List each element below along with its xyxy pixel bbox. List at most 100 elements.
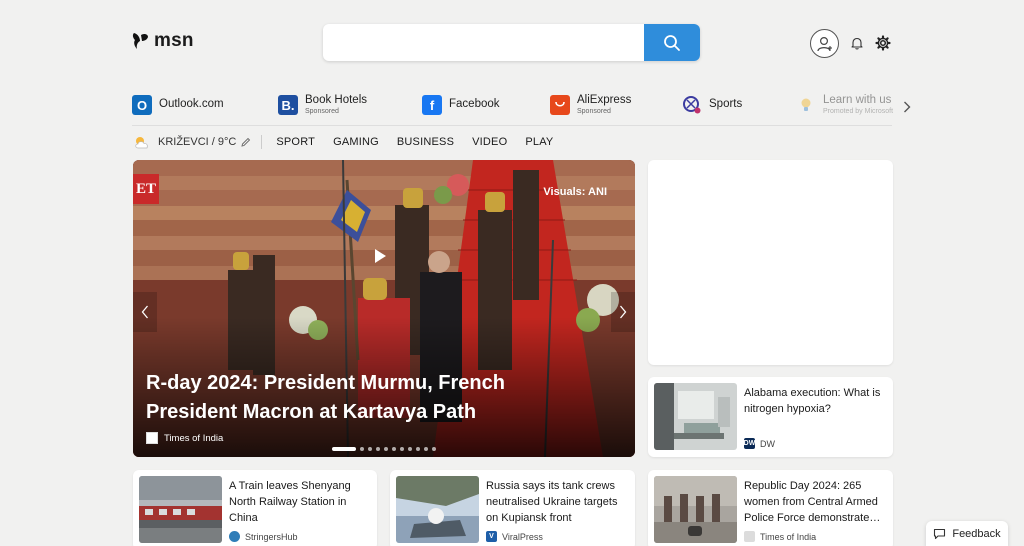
aliexpress-icon	[550, 95, 570, 115]
nav-item-sport[interactable]: SPORT	[276, 136, 315, 148]
search-input[interactable]	[323, 24, 643, 61]
search-button[interactable]	[644, 24, 700, 61]
search-icon	[664, 34, 680, 51]
news-source-name: Times of India	[760, 531, 817, 542]
quick-link-label: Book Hotels	[305, 93, 368, 106]
news-card-train[interactable]: A Train leaves Shenyang North Railway St…	[133, 470, 377, 546]
nav-item-business[interactable]: BUSINESS	[397, 136, 454, 148]
quick-link-facebook[interactable]: f Facebook	[422, 93, 500, 117]
sponsored-label: Sponsored	[577, 108, 611, 116]
booking-icon: B.	[278, 95, 298, 115]
pencil-icon[interactable]	[240, 137, 251, 148]
hero-source-name: Times of India	[164, 432, 224, 444]
user-icon	[816, 36, 832, 51]
divider	[132, 125, 892, 126]
carousel-dot[interactable]	[424, 447, 428, 451]
search-box	[323, 24, 700, 61]
carousel-dot[interactable]	[400, 447, 404, 451]
sign-in-button[interactable]	[810, 29, 839, 58]
stringershub-icon	[229, 531, 240, 542]
hero-next-button[interactable]	[611, 292, 635, 332]
quick-link-aliexpress[interactable]: AliExpress Sponsored	[550, 93, 631, 117]
partly-cloudy-icon	[135, 137, 148, 149]
news-source: Times of India	[744, 531, 816, 542]
nav-separator	[261, 135, 263, 149]
news-source-name: StringersHub	[245, 531, 298, 542]
times-of-india-icon	[146, 432, 158, 444]
et-logo: ET	[133, 174, 159, 204]
quick-link-label: Outlook.com	[159, 98, 224, 111]
category-nav: KRIŽEVCI / 9°C SPORT GAMING BUSINESS VID…	[132, 133, 571, 151]
quick-link-book-hotels[interactable]: B. Book Hotels Sponsored	[278, 93, 367, 117]
msn-logo[interactable]: msn	[132, 30, 194, 52]
quick-link-sports[interactable]: Sports	[682, 93, 742, 117]
feedback-icon	[934, 528, 946, 540]
logo-text: msn	[154, 30, 194, 51]
chevron-right-icon	[904, 101, 911, 113]
carousel-dot[interactable]	[376, 447, 380, 451]
nav-item-gaming[interactable]: GAMING	[333, 136, 379, 148]
quick-link-label: AliExpress	[577, 93, 632, 106]
news-source: DW DW	[744, 438, 775, 449]
feedback-button[interactable]: Feedback	[926, 521, 1008, 546]
sponsored-label: Promoted by Microsoft	[823, 108, 894, 116]
news-headline: Alabama execution: What is nitrogen hypo…	[744, 387, 881, 415]
carousel-dot[interactable]	[392, 447, 396, 451]
news-card-republic-day[interactable]: Republic Day 2024: 265 women from Centra…	[648, 470, 893, 546]
ad-placeholder	[648, 160, 893, 365]
quick-link-label: Facebook	[449, 98, 500, 111]
quick-link-label: Sports	[709, 98, 743, 111]
gear-icon	[875, 35, 891, 51]
news-source-name: ViralPress	[502, 531, 543, 542]
quick-link-label: Learn with us	[823, 93, 892, 106]
carousel-dot[interactable]	[408, 447, 412, 451]
feedback-label: Feedback	[952, 528, 1001, 540]
lightbulb-icon	[796, 95, 816, 115]
hero-source: Times of India	[146, 432, 223, 444]
hero-headline[interactable]: R-day 2024: President Murmu, French Pres…	[146, 369, 586, 427]
nav-item-video[interactable]: VIDEO	[472, 136, 507, 148]
viralpress-icon: V	[486, 531, 497, 542]
news-card-russia[interactable]: Russia says its tank crews neutralised U…	[390, 470, 635, 546]
carousel-dot[interactable]	[332, 447, 356, 451]
news-thumbnail	[396, 476, 479, 543]
sports-icon	[682, 95, 702, 115]
news-headline: Republic Day 2024: 265 women from Centra…	[744, 480, 881, 524]
news-card-alabama[interactable]: Alabama execution: What is nitrogen hypo…	[648, 377, 893, 457]
weather-text: KRIŽEVCI / 9°C	[158, 136, 237, 148]
news-source: StringersHub	[229, 531, 298, 542]
butterfly-icon	[132, 33, 148, 49]
carousel-dot[interactable]	[360, 447, 364, 451]
chevron-right-icon	[620, 305, 627, 319]
play-icon[interactable]	[373, 248, 387, 264]
news-source-name: DW	[760, 438, 775, 449]
news-headline: A Train leaves Shenyang North Railway St…	[229, 480, 351, 524]
quick-links-next-button[interactable]	[899, 97, 915, 117]
times-of-india-icon	[744, 531, 755, 542]
settings-button[interactable]	[875, 35, 891, 56]
carousel-dot[interactable]	[432, 447, 436, 451]
outlook-icon: O	[132, 95, 152, 115]
bell-icon	[851, 37, 863, 50]
quick-link-outlook[interactable]: O Outlook.com	[132, 93, 224, 117]
carousel-dot[interactable]	[368, 447, 372, 451]
news-headline: Russia says its tank crews neutralised U…	[486, 480, 618, 524]
notifications-button[interactable]	[850, 36, 864, 55]
news-source: V ViralPress	[486, 531, 543, 542]
quick-links-bar: O Outlook.com B. Book Hotels Sponsored f…	[132, 93, 912, 123]
weather-widget[interactable]: KRIŽEVCI / 9°C	[132, 134, 251, 150]
dw-icon: DW	[743, 438, 756, 449]
sponsored-label: Sponsored	[305, 108, 339, 116]
carousel-dot[interactable]	[416, 447, 420, 451]
nav-item-play[interactable]: PLAY	[525, 136, 553, 148]
news-thumbnail	[139, 476, 222, 543]
chevron-left-icon	[141, 305, 148, 319]
hero-image-credit: Visuals: ANI	[543, 186, 607, 198]
facebook-icon: f	[422, 95, 442, 115]
news-thumbnail	[654, 383, 737, 450]
news-thumbnail	[654, 476, 737, 543]
hero-carousel[interactable]: ET Visuals: ANI R-day 2024: President Mu…	[133, 160, 635, 457]
quick-link-learn-with-us[interactable]: Learn with us Promoted by Microsoft	[796, 93, 893, 117]
hero-prev-button[interactable]	[133, 292, 157, 332]
carousel-dot[interactable]	[384, 447, 388, 451]
